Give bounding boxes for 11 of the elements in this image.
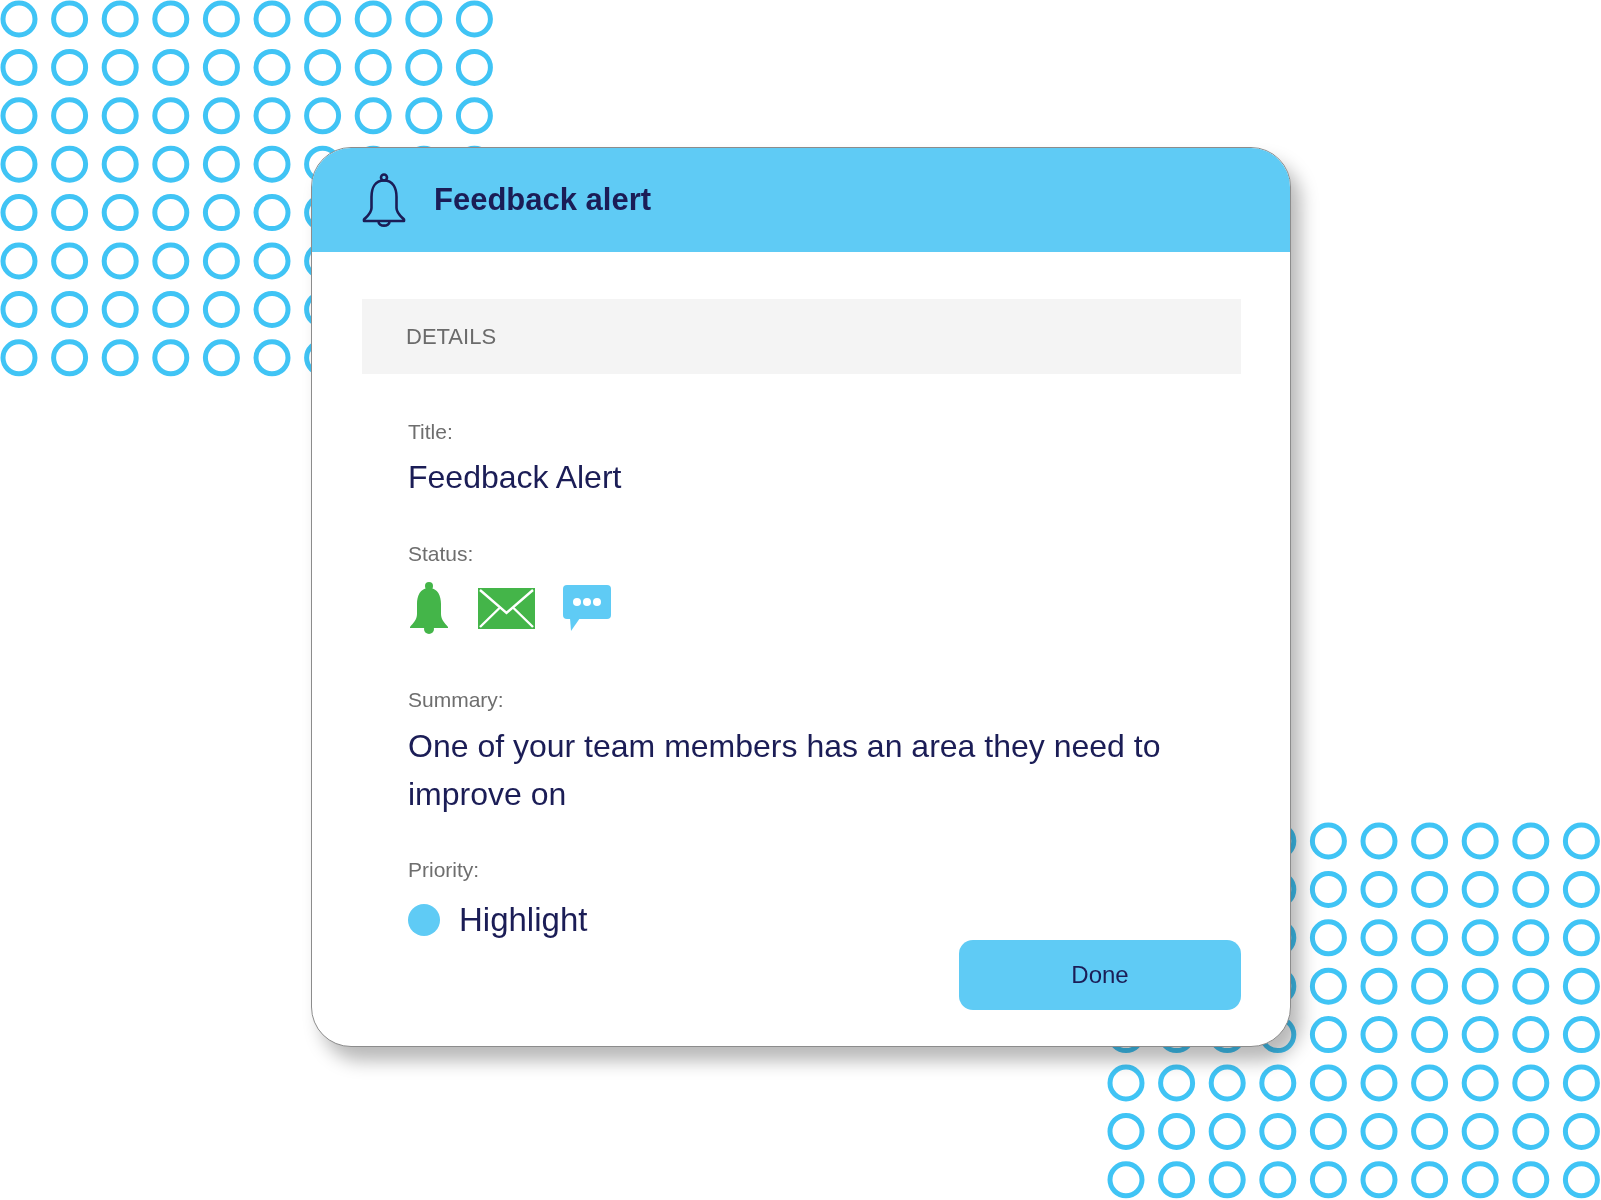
dialog-title: Feedback alert [434,182,652,218]
field-label: Summary: [408,688,505,712]
field-label: Priority: [408,858,481,882]
section-title: DETAILS [406,323,497,350]
priority-value: Highlight [459,901,588,939]
done-button[interactable]: Done [959,940,1241,1010]
field-label: Title: [408,420,454,444]
summary-text: One of your team members has an area they need to improve on [408,727,1162,814]
field-value: Feedback Alert [408,458,623,496]
field-label: Status: [408,542,475,566]
bell-icon [362,172,406,228]
